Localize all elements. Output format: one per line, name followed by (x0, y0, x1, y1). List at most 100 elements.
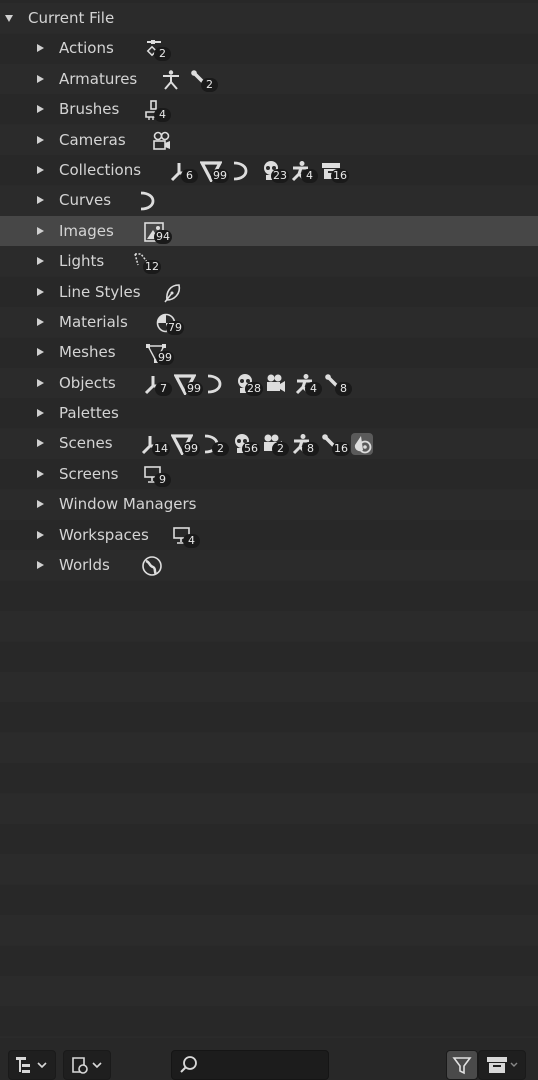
scene-world-icon[interactable] (351, 433, 373, 456)
count-badge: 28 (245, 381, 263, 396)
expand-right-icon[interactable] (37, 226, 44, 235)
expand-right-icon[interactable] (37, 74, 44, 83)
tree-item-lights[interactable]: Lights 12 (0, 246, 538, 276)
outliner-footer (0, 1042, 538, 1080)
tree-item-objects[interactable]: Objects 7 99 28 4 8 (0, 368, 538, 398)
tree-item-scenes[interactable]: Scenes 14 99 2 56 2 8 16 (0, 428, 538, 458)
display-mode-dropdown[interactable] (8, 1050, 56, 1080)
new-collection-button[interactable] (478, 1050, 526, 1080)
tree-item-worlds[interactable]: Worlds (0, 550, 538, 580)
tree-item-icons: 12 (132, 250, 162, 275)
tree-item-brushes[interactable]: Brushes 4 (0, 94, 538, 124)
search-icon (180, 1056, 197, 1073)
expand-right-icon[interactable] (37, 348, 44, 357)
skull-icon[interactable]: 28 (234, 373, 263, 396)
expand-down-icon[interactable] (5, 15, 13, 22)
tree-item-screens[interactable]: Screens 9 (0, 459, 538, 489)
tree-item-label: Materials (59, 312, 128, 331)
expand-right-icon[interactable] (37, 287, 44, 296)
tree-item-images[interactable]: Images 94 (0, 215, 538, 247)
empty-axes-icon[interactable]: 6 (170, 160, 198, 183)
tree-item-icons: 14 99 2 56 2 8 16 (141, 432, 381, 457)
expand-right-icon[interactable] (37, 135, 44, 144)
video-camera-icon[interactable] (264, 373, 286, 395)
expand-right-icon[interactable] (37, 105, 44, 114)
filter-type-dropdown[interactable] (63, 1050, 111, 1080)
empty-axes-icon[interactable]: 14 (141, 433, 170, 457)
count-badge: 99 (185, 381, 203, 396)
expand-right-icon[interactable] (37, 257, 44, 266)
count-badge: 14 (152, 442, 170, 457)
expand-right-icon[interactable] (37, 165, 44, 174)
pose-icon[interactable]: 4 (290, 160, 318, 183)
mesh-icon[interactable]: 99 (174, 373, 203, 396)
expand-right-icon[interactable] (37, 500, 44, 509)
expand-right-icon[interactable] (37, 530, 44, 539)
tree-item-window-managers[interactable]: Window Managers (0, 489, 538, 519)
video-camera-icon[interactable]: 2 (261, 433, 289, 457)
pose-icon[interactable]: 8 (291, 433, 319, 457)
expand-right-icon[interactable] (37, 317, 44, 326)
filter-button[interactable] (446, 1050, 478, 1080)
tree-item-icons (150, 129, 180, 153)
expand-right-icon[interactable] (37, 469, 44, 478)
action-icon[interactable]: 2 (143, 38, 171, 62)
screen-icon[interactable]: 4 (172, 525, 200, 548)
empty-axes-icon[interactable]: 7 (144, 373, 172, 396)
tree-item-materials[interactable]: Materials 79 (0, 307, 538, 337)
skull-icon[interactable]: 56 (231, 433, 260, 457)
line-style-icon[interactable] (162, 282, 184, 304)
tree-item-palettes[interactable]: Palettes (0, 398, 538, 428)
expand-right-icon[interactable] (37, 439, 44, 448)
curve-icon[interactable] (137, 190, 159, 212)
camera-icon[interactable] (150, 130, 172, 152)
tree-item-label: Lights (59, 252, 105, 271)
tree-item-icons (137, 189, 167, 213)
count-badge: 9 (154, 472, 171, 487)
bone-icon[interactable]: 2 (190, 69, 218, 92)
tree-root-current-file[interactable]: Current File (0, 3, 538, 33)
tree-item-icons: 4 (172, 524, 202, 548)
tree-item-meshes[interactable]: Meshes 99 (0, 337, 538, 367)
expand-right-icon[interactable] (37, 409, 44, 418)
tree-item-label: Palettes (59, 404, 119, 423)
tree-item-label: Images (59, 221, 114, 240)
search-field[interactable] (171, 1050, 329, 1080)
expand-right-icon[interactable] (37, 561, 44, 570)
count-badge: 2 (201, 77, 218, 92)
bone-icon[interactable]: 8 (324, 373, 352, 396)
count-badge: 2 (212, 442, 229, 457)
mesh-icon[interactable]: 99 (171, 433, 200, 457)
curve-icon[interactable] (230, 160, 252, 182)
expand-right-icon[interactable] (37, 196, 44, 205)
search-input[interactable] (204, 1055, 323, 1077)
tree-item-actions[interactable]: Actions 2 (0, 33, 538, 63)
screen-icon[interactable]: 9 (143, 464, 171, 487)
mesh-icon[interactable]: 99 (200, 160, 229, 183)
curve-icon[interactable] (204, 373, 226, 395)
brush-icon[interactable]: 4 (143, 99, 171, 123)
expand-right-icon[interactable] (37, 378, 44, 387)
collection-box-icon[interactable]: 16 (320, 160, 349, 183)
count-badge: 7 (155, 381, 172, 396)
count-badge: 99 (211, 168, 229, 183)
tree-item-workspaces[interactable]: Workspaces 4 (0, 520, 538, 550)
tree-item-armatures[interactable]: Armatures 2 (0, 64, 538, 94)
tree-item-line-styles[interactable]: Line Styles (0, 277, 538, 307)
bone-icon[interactable]: 16 (321, 433, 350, 457)
armature-icon[interactable] (160, 69, 182, 91)
image-icon[interactable]: 94 (143, 221, 172, 244)
funnel-icon (452, 1057, 472, 1075)
light-icon[interactable]: 12 (132, 251, 161, 275)
world-icon[interactable] (141, 555, 163, 577)
mesh-data-icon[interactable]: 99 (145, 342, 174, 366)
expand-right-icon[interactable] (37, 44, 44, 53)
curve-icon[interactable]: 2 (201, 433, 229, 457)
material-icon[interactable]: 79 (155, 312, 184, 335)
outliner-tree: Current File Actions 2 Armatures 2 Brushes 4 C… (0, 3, 538, 1038)
skull-icon[interactable]: 23 (260, 160, 289, 183)
tree-item-curves[interactable]: Curves (0, 185, 538, 215)
pose-icon[interactable]: 4 (294, 373, 322, 396)
tree-item-collections[interactable]: Collections 6 99 23 4 16 (0, 155, 538, 185)
tree-item-cameras[interactable]: Cameras (0, 125, 538, 155)
